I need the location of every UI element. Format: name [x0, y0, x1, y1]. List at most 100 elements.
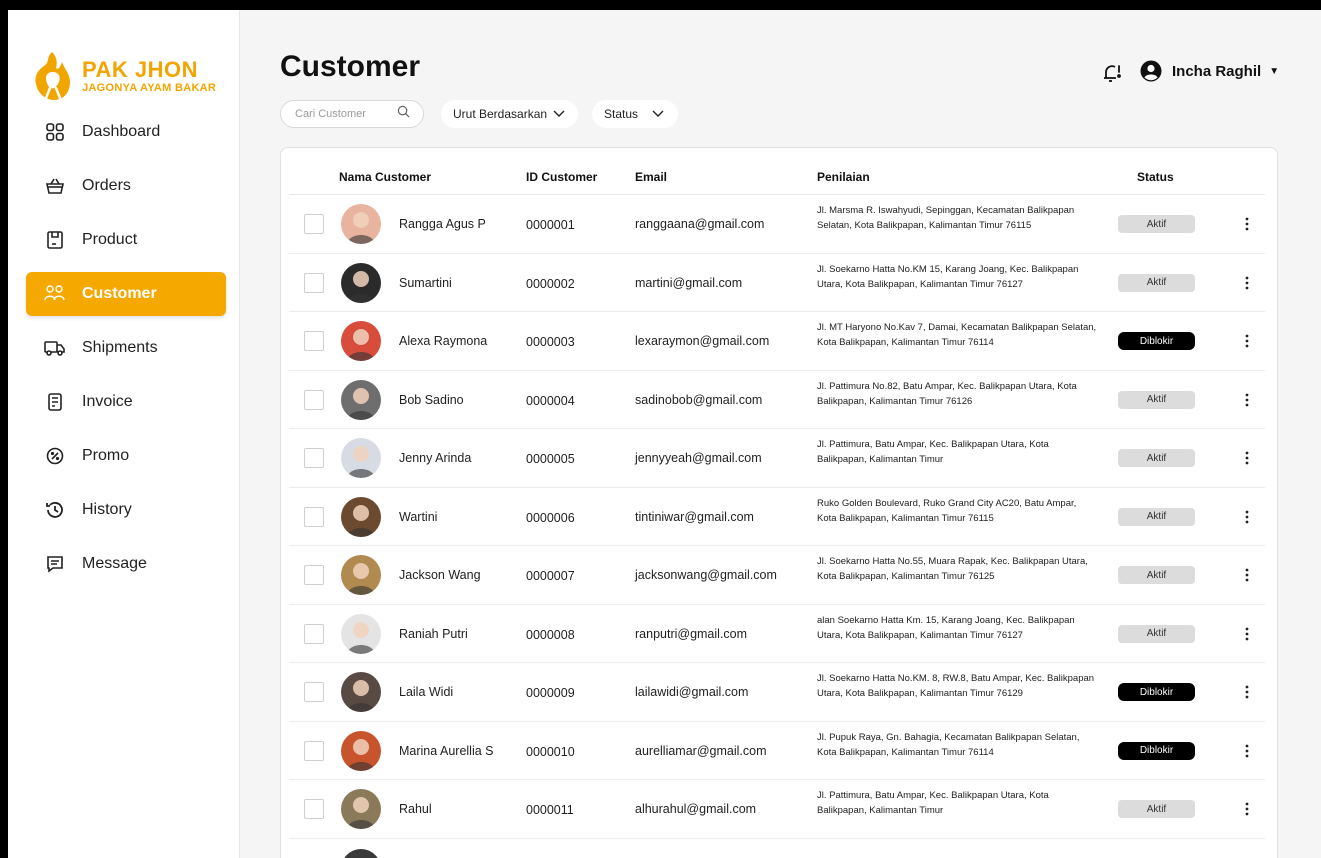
- customer-email: ranggaana@gmail.com: [635, 217, 765, 231]
- customer-id: 0000003: [526, 335, 575, 349]
- more-options-icon[interactable]: [1239, 742, 1255, 760]
- sidebar-item-promo[interactable]: Promo: [26, 434, 226, 478]
- customer-name: Jenny Arinda: [399, 451, 472, 465]
- user-name: Incha Raghil: [1172, 62, 1262, 80]
- status-dropdown[interactable]: Status: [592, 100, 678, 128]
- table-row[interactable]: Alexa Raymona 0000003 lexaraymon@gmail.c…: [289, 312, 1265, 371]
- table-row[interactable]: Rahul 0000011 alhurahul@gmail.com Jl. Pa…: [289, 780, 1265, 839]
- table-body: Rangga Agus P 0000001 ranggaana@gmail.co…: [289, 195, 1265, 858]
- row-checkbox[interactable]: [304, 214, 324, 234]
- sidebar-item-label: History: [82, 501, 132, 518]
- customer-id: 0000002: [526, 276, 575, 291]
- avatar: [341, 496, 381, 537]
- status-dropdown-label: Status: [604, 107, 639, 121]
- more-options-icon[interactable]: [1239, 800, 1255, 818]
- more-options-icon[interactable]: [1239, 391, 1255, 409]
- sidebar-item-dashboard[interactable]: Dashboard: [26, 110, 226, 154]
- status-badge: Aktif: [1118, 449, 1195, 467]
- more-options-icon[interactable]: [1239, 683, 1255, 701]
- avatar: [341, 789, 381, 829]
- sort-dropdown-label: Urut Berdasarkan: [453, 107, 548, 121]
- sidebar-item-history[interactable]: History: [26, 488, 226, 532]
- avatar: [341, 379, 381, 420]
- row-checkbox[interactable]: [304, 565, 324, 585]
- column-header-penilaian[interactable]: Penilaian: [817, 170, 870, 184]
- brand-title: PAK JHON: [82, 56, 199, 82]
- table-row[interactable]: Jackson Wang 0000007 jacksonwang@gmail.c…: [289, 546, 1265, 605]
- customer-email: jennyyeah@gmail.com: [635, 451, 762, 465]
- search-input[interactable]: [295, 108, 397, 120]
- customer-email: sadinobob@gmail.com: [635, 392, 763, 407]
- sidebar-item-shipments[interactable]: Shipments: [26, 326, 226, 370]
- table-row[interactable]: Rangga Agus P 0000001 ranggaana@gmail.co…: [289, 195, 1265, 254]
- table-row[interactable]: Wartini 0000006 tintiniwar@gmail.com Ruk…: [289, 488, 1265, 546]
- sidebar-item-label: Invoice: [82, 393, 133, 410]
- sidebar-item-product[interactable]: Product: [26, 218, 226, 262]
- row-checkbox[interactable]: [304, 331, 324, 351]
- customer-id: 0000008: [526, 627, 575, 642]
- page-title: Customer: [280, 50, 421, 83]
- sidebar-item-customer[interactable]: Customer: [26, 272, 226, 316]
- row-checkbox[interactable]: [304, 740, 324, 761]
- message-icon: [44, 553, 66, 575]
- column-header-status[interactable]: Status: [1137, 170, 1174, 184]
- column-header-name[interactable]: Nama Customer: [339, 170, 431, 184]
- more-options-icon[interactable]: [1239, 274, 1255, 292]
- row-checkbox[interactable]: [304, 506, 324, 527]
- sidebar-item-label: Shipments: [82, 339, 158, 356]
- users-icon: [44, 283, 66, 305]
- avatar: [341, 672, 381, 712]
- customer-name: Rahul: [399, 802, 432, 816]
- column-header-id[interactable]: ID Customer: [526, 170, 597, 184]
- status-badge: Diblokir: [1118, 683, 1195, 701]
- customer-name: Marina Aurellia S: [399, 743, 494, 758]
- customer-id: 0000009: [526, 686, 575, 700]
- customer-email: martini@gmail.com: [635, 275, 743, 290]
- sidebar-item-orders[interactable]: Orders: [26, 164, 226, 208]
- more-options-icon[interactable]: [1239, 449, 1255, 467]
- customer-id: 0000001: [526, 218, 575, 232]
- customer-email: ranputri@gmail.com: [635, 626, 748, 641]
- row-checkbox[interactable]: [304, 799, 324, 819]
- more-options-icon[interactable]: [1239, 332, 1255, 350]
- column-header-email[interactable]: Email: [635, 170, 667, 184]
- sidebar-item-label: Message: [82, 555, 147, 572]
- row-checkbox[interactable]: [304, 389, 324, 410]
- row-checkbox[interactable]: [304, 272, 324, 293]
- row-checkbox[interactable]: [304, 682, 324, 702]
- status-badge: Aktif: [1118, 215, 1195, 233]
- more-options-icon[interactable]: [1239, 625, 1255, 643]
- customer-address: Jl. Pattimura No.82, Batu Ampar, Kec. Ba…: [817, 380, 1077, 407]
- table-row[interactable]: Sumartini 0000002 martini@gmail.com Jl. …: [289, 254, 1265, 312]
- table-row[interactable]: Raniah Putri 0000008 ranputri@gmail.com …: [289, 605, 1265, 663]
- more-options-icon[interactable]: [1239, 508, 1255, 526]
- user-menu[interactable]: Incha Raghil ▼: [1140, 60, 1279, 82]
- more-options-icon[interactable]: [1239, 215, 1255, 233]
- row-checkbox[interactable]: [304, 623, 324, 644]
- customer-name: Bob Sadino: [399, 392, 464, 407]
- sidebar-item-message[interactable]: Message: [26, 542, 226, 586]
- chevron-down-icon: [553, 107, 565, 121]
- customer-name: Laila Widi: [399, 685, 454, 699]
- table-row[interactable]: Jenny Arinda 0000005 jennyyeah@gmail.com…: [289, 429, 1265, 488]
- truck-icon: [44, 337, 66, 359]
- table-row[interactable]: Marina Aurellia S 0000010 aurelliamar@gm…: [289, 722, 1265, 780]
- avatar: [341, 613, 381, 654]
- customer-id: 0000005: [526, 452, 575, 466]
- more-options-icon[interactable]: [1239, 566, 1255, 584]
- sidebar-item-label: Dashboard: [82, 123, 161, 140]
- row-checkbox[interactable]: [304, 448, 324, 468]
- notification-bell-icon[interactable]: [1102, 62, 1122, 84]
- search-icon[interactable]: [397, 105, 410, 123]
- customer-name: Raniah Putri: [399, 626, 468, 641]
- sidebar-item-label: Customer: [82, 285, 157, 302]
- customer-email: aurelliamar@gmail.com: [635, 743, 767, 758]
- customer-id: 0000004: [526, 393, 575, 408]
- sort-dropdown[interactable]: Urut Berdasarkan: [441, 100, 578, 128]
- search-box[interactable]: [280, 100, 424, 128]
- sidebar-item-invoice[interactable]: Invoice: [26, 380, 226, 424]
- table-row[interactable]: Laila Widi 0000009 lailawidi@gmail.com J…: [289, 663, 1265, 722]
- customer-id: 0000010: [526, 744, 575, 759]
- brand-logo[interactable]: PAK JHON JAGONYA AYAM BAKAR: [28, 48, 216, 104]
- table-row[interactable]: Bob Sadino 0000004 sadinobob@gmail.com J…: [289, 371, 1265, 429]
